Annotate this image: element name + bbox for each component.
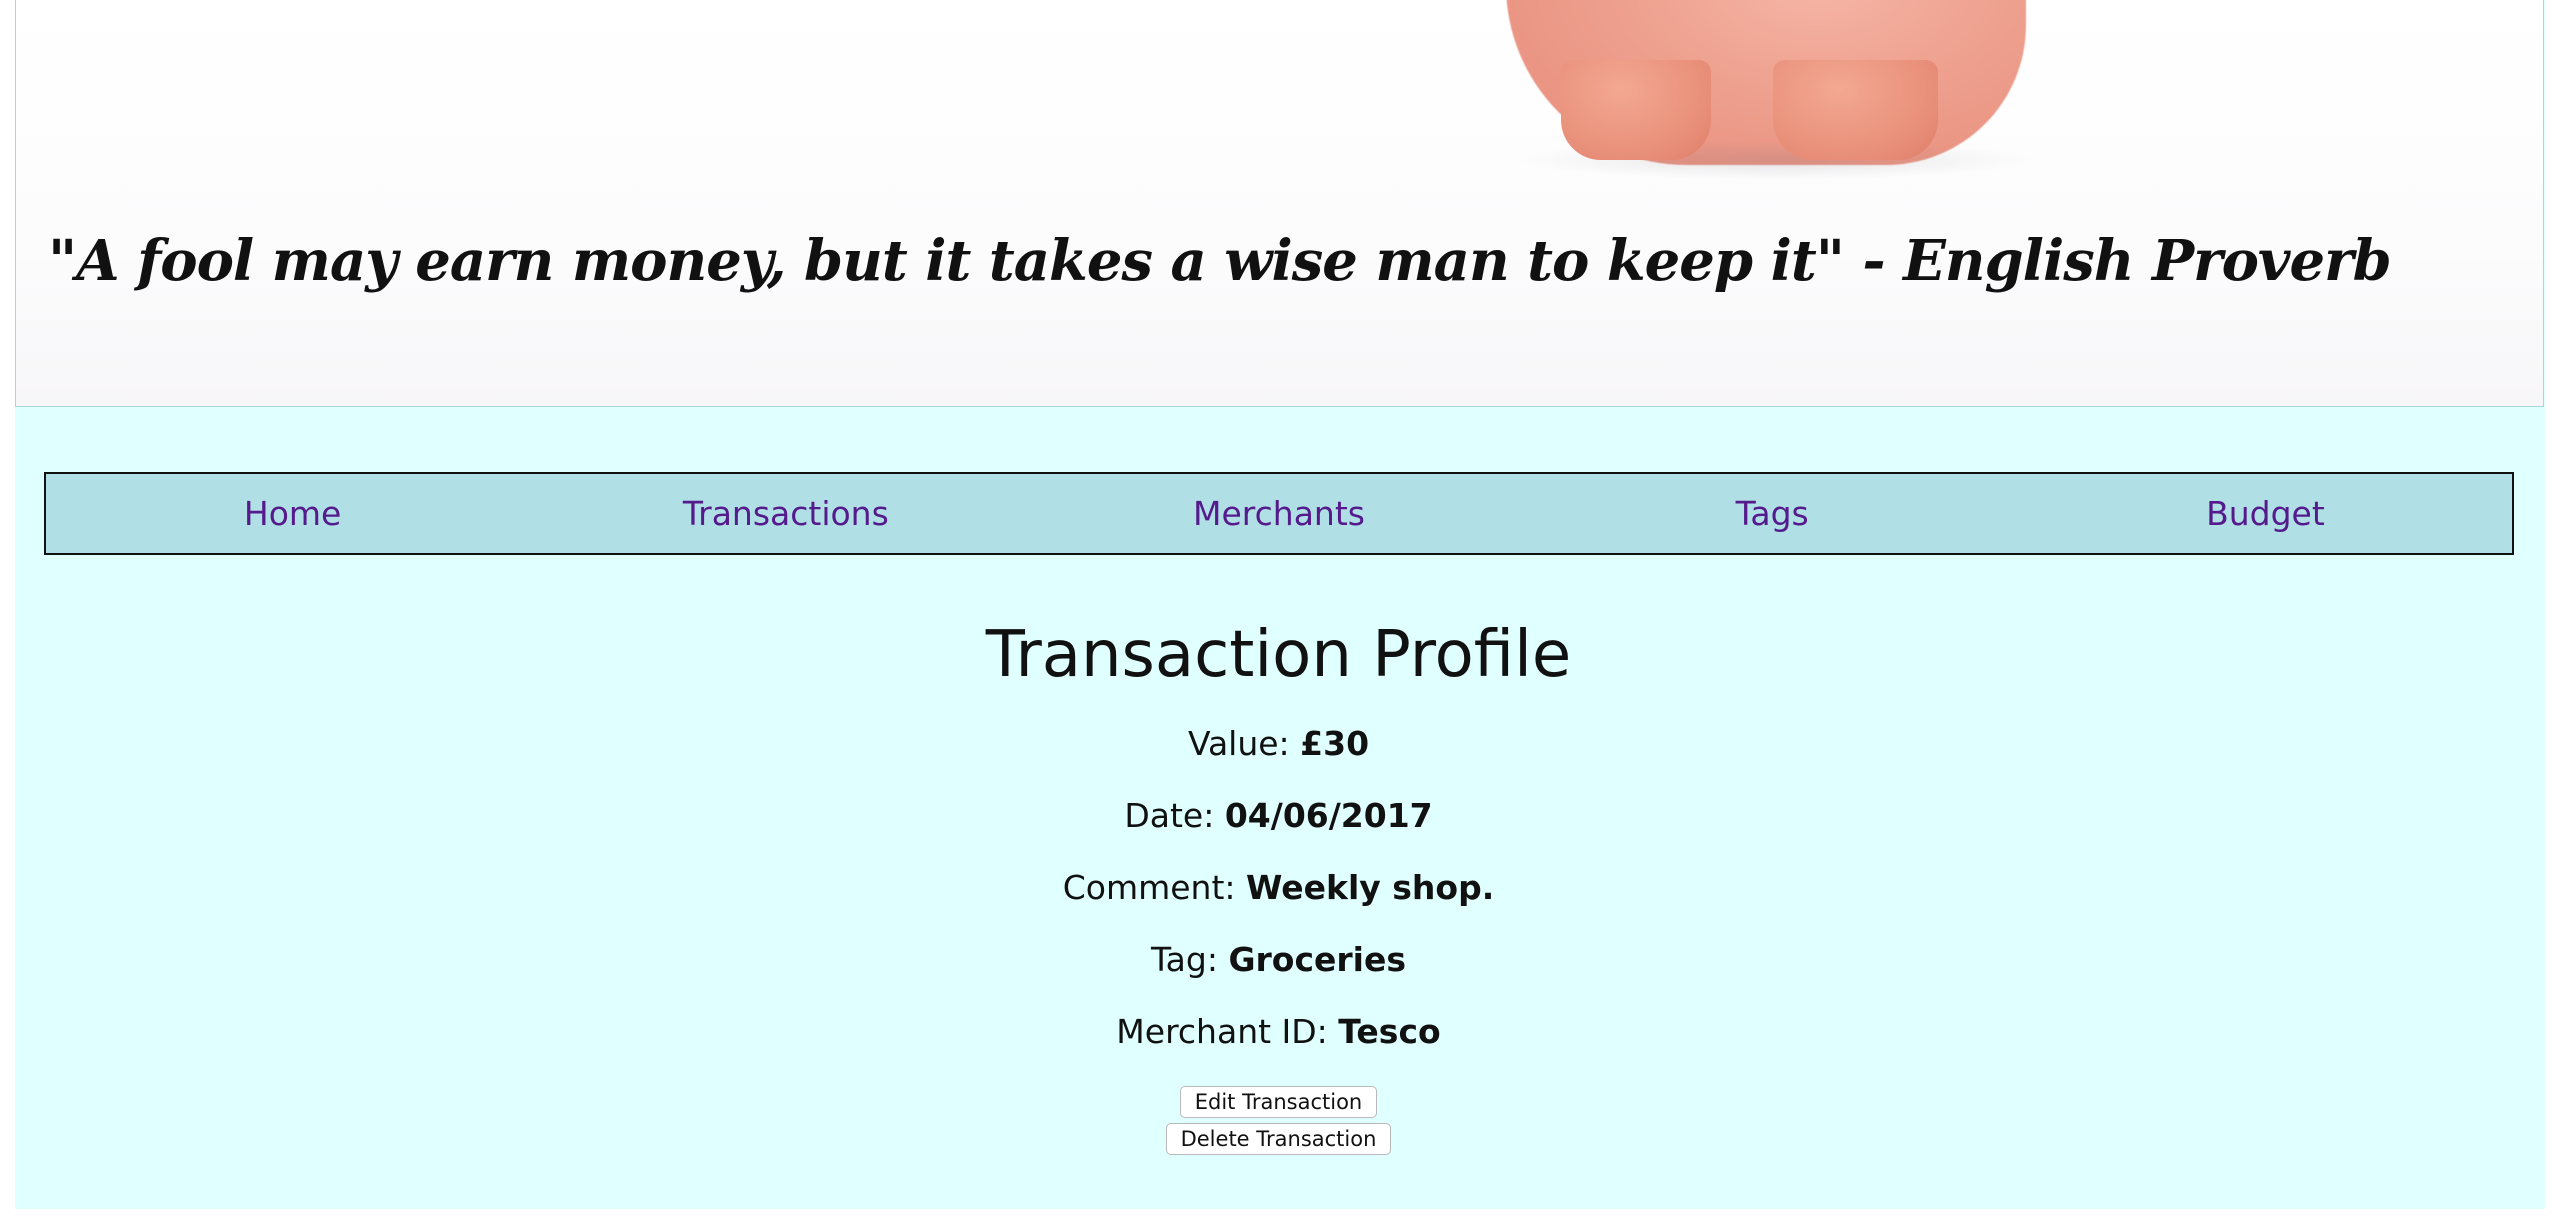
- delete-transaction-button[interactable]: Delete Transaction: [1165, 1123, 1392, 1155]
- field-value-text: Weekly shop.: [1246, 868, 1495, 907]
- transaction-profile: Transaction Profile Value: £30 Date: 04/…: [15, 610, 2542, 1155]
- hero-banner: "A fool may earn money, but it takes a w…: [15, 0, 2544, 407]
- field-label: Tag:: [1150, 940, 1229, 979]
- field-label: Date:: [1124, 796, 1225, 835]
- field-date: Date: 04/06/2017: [15, 780, 2542, 852]
- field-value-text: Groceries: [1228, 940, 1407, 979]
- field-tag: Tag: Groceries: [15, 924, 2542, 996]
- nav-link-transactions[interactable]: Transactions: [539, 494, 1032, 533]
- nav-link-tags[interactable]: Tags: [1526, 494, 2019, 533]
- nav-link-home[interactable]: Home: [46, 494, 539, 533]
- main-nav: Home Transactions Merchants Tags Budget: [44, 472, 2514, 555]
- nav-link-merchants[interactable]: Merchants: [1032, 494, 1525, 533]
- edit-transaction-button[interactable]: Edit Transaction: [1179, 1086, 1378, 1118]
- page-title: Transaction Profile: [985, 618, 1572, 692]
- field-value-text: 04/06/2017: [1224, 796, 1433, 835]
- field-label: Merchant ID:: [1116, 1012, 1339, 1051]
- field-label: Value:: [1187, 724, 1301, 763]
- nav-link-budget[interactable]: Budget: [2019, 494, 2512, 533]
- field-label: Comment:: [1062, 868, 1247, 907]
- profile-actions: Edit Transaction Delete Transaction: [15, 1086, 2542, 1155]
- field-merchant: Merchant ID: Tesco: [15, 996, 2542, 1068]
- piggy-bank-leg: [1561, 60, 1711, 160]
- field-value-text: £30: [1300, 724, 1370, 763]
- field-comment: Comment: Weekly shop.: [15, 852, 2542, 924]
- page-container: "A fool may earn money, but it takes a w…: [15, 0, 2545, 1209]
- field-value-text: Tesco: [1338, 1012, 1441, 1051]
- hero-quote: "A fool may earn money, but it takes a w…: [48, 228, 2392, 294]
- piggy-bank-leg: [1773, 60, 1938, 160]
- profile-fields: Value: £30 Date: 04/06/2017 Comment: Wee…: [15, 708, 2542, 1068]
- field-value: Value: £30: [15, 708, 2542, 780]
